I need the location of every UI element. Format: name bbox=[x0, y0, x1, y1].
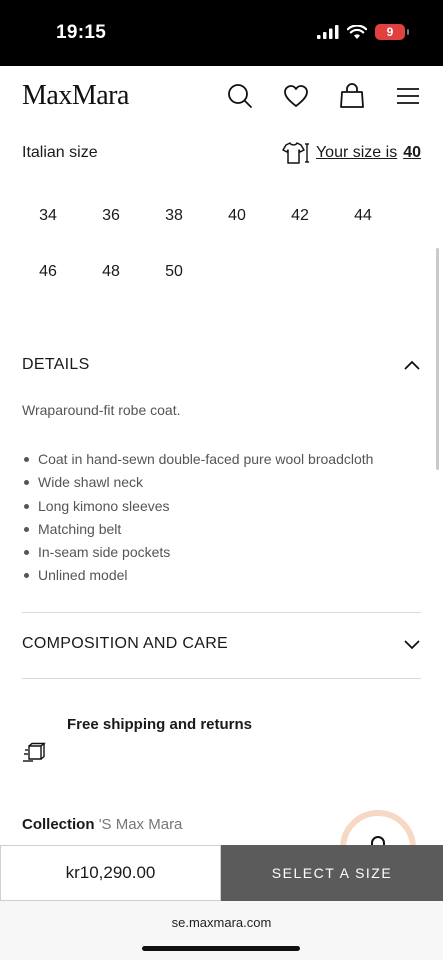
package-icon bbox=[23, 742, 46, 762]
browser-bar: se.maxmara.com bbox=[0, 901, 443, 960]
details-accordion-toggle[interactable]: DETAILS bbox=[22, 356, 421, 374]
size-option[interactable]: 34 bbox=[22, 198, 74, 234]
divider bbox=[22, 678, 421, 679]
size-option[interactable]: 40 bbox=[211, 198, 263, 234]
signal-icon bbox=[317, 25, 339, 39]
size-option[interactable]: 38 bbox=[148, 198, 200, 234]
details-title: DETAILS bbox=[22, 356, 90, 373]
shipping-title: Free shipping and returns bbox=[67, 716, 253, 733]
site-header: MaxMara bbox=[0, 66, 443, 126]
price: kr10,290.00 bbox=[0, 845, 221, 901]
list-item: Wide shawl neck bbox=[22, 473, 373, 496]
list-item: Coat in hand-sewn double-faced pure wool… bbox=[22, 450, 373, 473]
your-size-value: 40 bbox=[403, 144, 421, 161]
size-option[interactable]: 50 bbox=[148, 254, 200, 290]
collection-label: Collection bbox=[22, 816, 95, 833]
size-system-label: Italian size bbox=[22, 144, 98, 161]
size-option[interactable]: 48 bbox=[85, 254, 137, 290]
collection-value: 'S Max Mara bbox=[98, 816, 183, 833]
battery-indicator: 9 bbox=[375, 24, 409, 40]
battery-level: 9 bbox=[386, 25, 394, 39]
chevron-down-icon bbox=[404, 640, 420, 650]
details-list: Coat in hand-sewn double-faced pure wool… bbox=[22, 450, 373, 590]
divider bbox=[22, 612, 421, 613]
list-item: In-seam side pockets bbox=[22, 543, 373, 566]
composition-title: COMPOSITION AND CARE bbox=[22, 635, 229, 652]
search-icon[interactable] bbox=[226, 82, 254, 110]
scrollbar[interactable] bbox=[436, 248, 439, 470]
your-size-link[interactable]: Your size is 40 bbox=[282, 140, 421, 166]
size-option[interactable]: 42 bbox=[274, 198, 326, 234]
size-option[interactable]: 36 bbox=[85, 198, 137, 234]
your-size-text: Your size is bbox=[315, 144, 398, 161]
size-option[interactable]: 44 bbox=[337, 198, 389, 234]
status-time: 19:15 bbox=[56, 22, 107, 43]
details-intro: Wraparound-fit robe coat. bbox=[22, 402, 181, 418]
select-size-button[interactable]: SELECT A SIZE bbox=[221, 845, 443, 901]
chevron-up-icon bbox=[404, 360, 420, 370]
size-header: Italian size Your size is 40 bbox=[22, 140, 421, 166]
status-icons: 9 bbox=[317, 24, 409, 40]
collection-row: Collection 'S Max Mara bbox=[22, 816, 182, 833]
list-item: Matching belt bbox=[22, 520, 373, 543]
home-indicator[interactable] bbox=[142, 946, 300, 951]
tshirt-size-icon bbox=[282, 142, 309, 164]
shopping-bag-icon[interactable] bbox=[338, 82, 366, 110]
hamburger-menu-icon[interactable] bbox=[394, 82, 422, 110]
status-bar: 19:15 9 bbox=[0, 0, 443, 66]
wifi-icon bbox=[347, 24, 367, 39]
url-bar[interactable]: se.maxmara.com bbox=[0, 915, 443, 930]
list-item: Long kimono sleeves bbox=[22, 497, 373, 520]
heart-icon[interactable] bbox=[282, 82, 310, 110]
list-item: Unlined model bbox=[22, 566, 373, 589]
purchase-bar: kr10,290.00 SELECT A SIZE bbox=[0, 845, 443, 901]
composition-accordion-toggle[interactable]: COMPOSITION AND CARE bbox=[22, 635, 421, 653]
size-option[interactable]: 46 bbox=[22, 254, 74, 290]
brand-logo[interactable]: MaxMara bbox=[22, 80, 129, 112]
